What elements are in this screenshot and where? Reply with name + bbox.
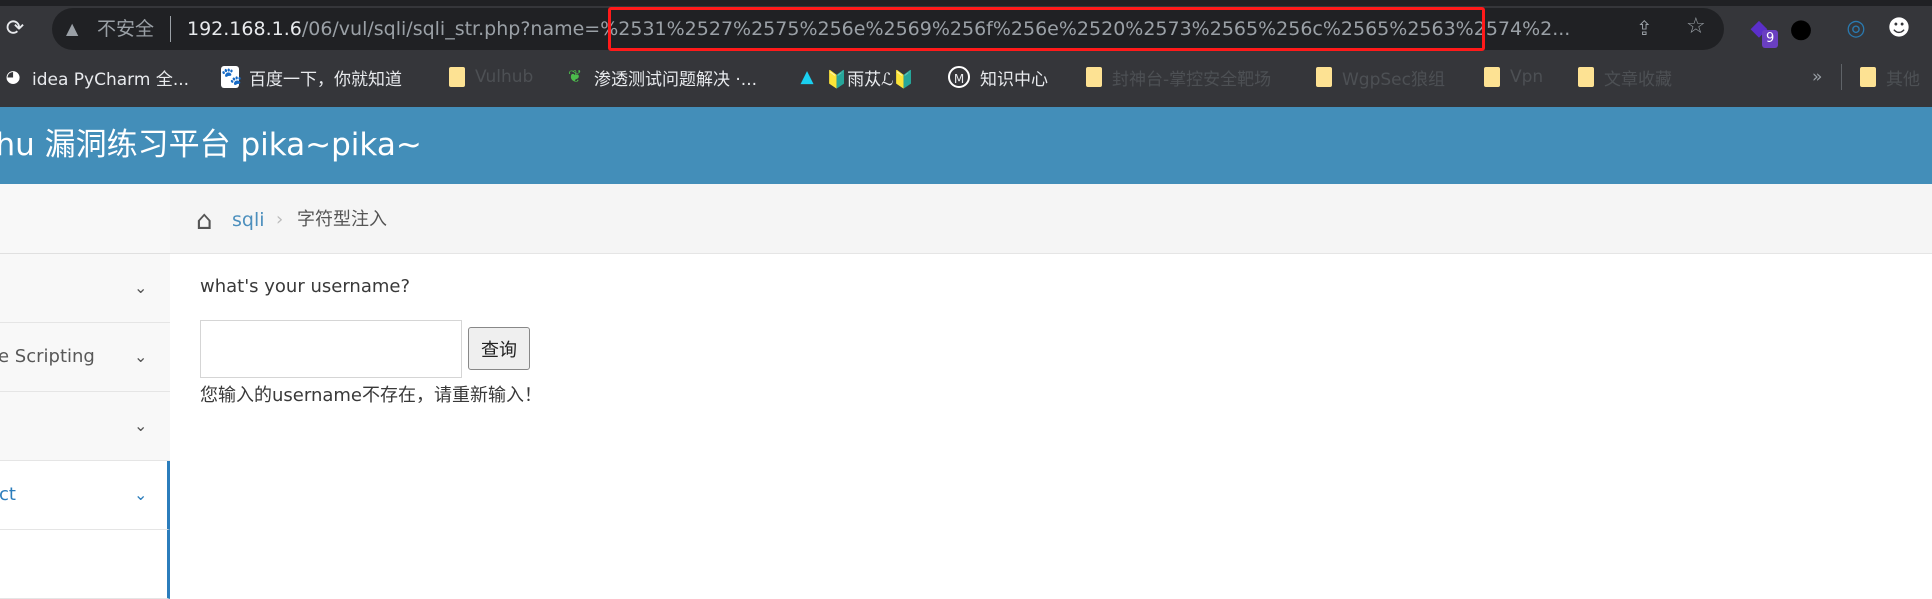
warning-icon[interactable]: ▲ (66, 17, 78, 41)
tab-strip (0, 0, 1932, 6)
sidebar-item-sqli[interactable]: ct ⌄ (0, 461, 170, 530)
reload-icon[interactable]: ⟳ (4, 16, 26, 42)
folder-icon (1860, 67, 1876, 87)
folder-icon (449, 67, 465, 87)
extension-eye-icon[interactable]: ◎ (1841, 14, 1871, 44)
profile-avatar-icon[interactable]: ☻ (1884, 14, 1914, 44)
folder-icon (1086, 67, 1102, 87)
url-host: 192.168.1.6 (187, 18, 302, 40)
home-icon[interactable]: ⌂ (196, 206, 213, 236)
sidebar-top (0, 184, 170, 254)
globe-icon: ◕ (5, 67, 21, 87)
bookmark-wgpsec[interactable]: WgpSec狼组 (1316, 56, 1445, 98)
bird-icon: ❦ (567, 67, 583, 87)
bookmark-label: 封神台-掌控安全靶场 (1112, 69, 1272, 90)
chevron-down-icon: ⌄ (134, 485, 148, 504)
bookmark-label: 文章收藏 (1604, 69, 1672, 90)
sidebar-subitem[interactable] (0, 530, 170, 599)
baidu-icon: 🐾 (221, 66, 243, 88)
bookmark-label: 百度一下，你就知道 (249, 69, 402, 90)
bookmark-label: 渗透测试问题解决 ·... (594, 69, 758, 90)
bookmark-vulhub[interactable]: Vulhub (449, 56, 533, 98)
bookmark-pycharm[interactable]: ◕ idea PyCharm 全... (4, 56, 189, 98)
breadcrumb-current: 字符型注入 (297, 209, 387, 230)
highlight-box (608, 7, 1485, 51)
security-label[interactable]: 不安全 (97, 16, 154, 42)
more-bookmarks-button[interactable]: » (1812, 56, 1822, 98)
extension-ring-icon[interactable]: ● (1786, 14, 1816, 44)
chevron-down-icon: ⌄ (134, 347, 148, 366)
folder-icon (1484, 67, 1500, 87)
sidebar-item-xss[interactable]: e Scripting ⌄ (0, 323, 170, 392)
bookmark-fengshentai[interactable]: 封神台-掌控安全靶场 (1086, 56, 1271, 98)
folder-icon (1578, 67, 1594, 87)
bookmark-label: WgpSec狼组 (1342, 69, 1445, 90)
username-prompt: what's your username? (200, 276, 411, 297)
chevron-right-icon: › (276, 209, 284, 230)
bookmark-label: 其他 (1886, 69, 1920, 90)
query-button[interactable]: 查询 (468, 327, 530, 370)
bookmark-star-icon[interactable]: ☆ (1686, 14, 1706, 39)
sidebar-item-1[interactable]: ⌄ (0, 254, 170, 323)
bookmark-knowledge[interactable]: M 知识中心 (948, 56, 1048, 98)
sidebar-item-3[interactable]: ⌄ (0, 392, 170, 461)
bookmark-articles[interactable]: 文章收藏 (1578, 56, 1672, 98)
breadcrumb (170, 184, 1932, 254)
folder-icon (1316, 67, 1332, 87)
chevron-down-icon: ⌄ (134, 278, 148, 297)
sidebar-item-label: e Scripting (0, 346, 95, 367)
url-path: /06/vul/sqli/sqli_str.php?name (301, 18, 585, 40)
divider (170, 16, 171, 42)
username-input[interactable] (200, 320, 462, 378)
divider (1841, 64, 1842, 90)
arrow-icon: ▲ (800, 67, 814, 87)
extension-badge: 9 (1762, 30, 1779, 48)
bookmark-label: idea PyCharm 全... (32, 69, 190, 90)
sidebar-item-label: ct (0, 484, 16, 505)
bookmark-yuci[interactable]: ▲ 🔰雨苁ℒ🔰 (798, 56, 915, 98)
chevron-down-icon: ⌄ (134, 416, 148, 435)
bookmark-label: 知识中心 (980, 69, 1048, 90)
result-message: 您输入的username不存在，请重新输入！ (200, 385, 542, 406)
bookmark-vpn[interactable]: Vpn (1484, 56, 1543, 98)
bookmark-label: Vulhub (475, 67, 534, 87)
site-title[interactable]: kachu 漏洞练习平台 pika~pika~ (0, 107, 422, 184)
breadcrumb-link-sqli[interactable]: sqli (232, 207, 265, 233)
bookmark-label: 🔰雨苁ℒ🔰 (826, 69, 915, 90)
m-icon: M (948, 66, 970, 88)
bookmark-pentest[interactable]: ❦ 渗透测试问题解决 ·... (566, 56, 757, 98)
bookmarks-bar: ◕ idea PyCharm 全... 🐾 百度一下，你就知道 Vulhub ❦ 渗透… (0, 56, 1932, 98)
share-icon[interactable]: ⇪ (1636, 16, 1653, 40)
bookmark-label: Vpn (1510, 67, 1544, 87)
bookmark-baidu[interactable]: 🐾 百度一下，你就知道 (221, 56, 402, 98)
bookmark-other[interactable]: 其他 (1860, 56, 1920, 98)
